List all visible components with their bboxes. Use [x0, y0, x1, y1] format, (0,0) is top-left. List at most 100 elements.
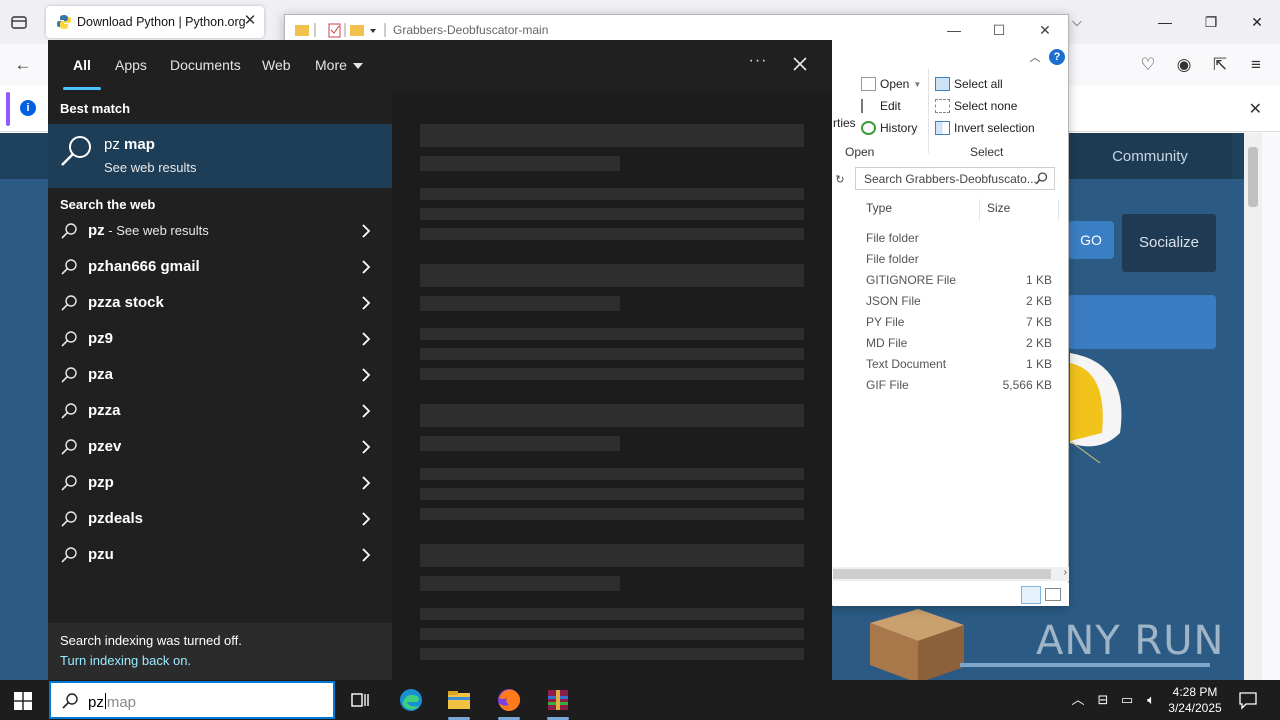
- web-result-item[interactable]: pzu: [48, 537, 392, 573]
- chevron-right-icon[interactable]: [358, 403, 374, 419]
- file-explorer-icon[interactable]: [445, 686, 473, 714]
- file-type-cell[interactable]: GIF File: [866, 378, 909, 392]
- details-view-icon[interactable]: [1021, 586, 1041, 604]
- minimize-icon[interactable]: —: [1155, 12, 1175, 32]
- menu-icon[interactable]: ≡: [1245, 54, 1267, 76]
- properties-button[interactable]: rties: [833, 116, 856, 130]
- edge-icon[interactable]: [397, 686, 425, 714]
- tab-documents[interactable]: Documents: [170, 57, 241, 73]
- best-match-item[interactable]: pz map See web results: [48, 124, 392, 188]
- search-icon: [61, 403, 77, 419]
- turn-indexing-on-link[interactable]: Turn indexing back on.: [60, 653, 191, 668]
- web-result-item[interactable]: pzza stock: [48, 285, 392, 321]
- quick-access-toolbar[interactable]: [291, 21, 391, 39]
- file-type-cell[interactable]: Text Document: [866, 357, 946, 371]
- select-none-button[interactable]: Select none: [935, 99, 1017, 113]
- help-icon[interactable]: ?: [1049, 49, 1065, 65]
- search-icon: [61, 136, 91, 166]
- tab-apps[interactable]: Apps: [115, 57, 147, 73]
- winrar-icon[interactable]: [544, 686, 572, 714]
- column-type[interactable]: Type: [866, 201, 892, 215]
- network-icon[interactable]: ▭: [1118, 691, 1136, 709]
- file-type-cell[interactable]: File folder: [866, 231, 919, 245]
- download-banner[interactable]: [1068, 295, 1216, 349]
- page-scrollbar[interactable]: [1244, 133, 1262, 680]
- web-result-item[interactable]: pzev: [48, 429, 392, 465]
- account-icon[interactable]: ◉: [1173, 54, 1195, 76]
- task-view-icon[interactable]: [346, 686, 374, 714]
- tab-web[interactable]: Web: [262, 57, 291, 73]
- web-result-item[interactable]: pzp: [48, 465, 392, 501]
- file-type-cell[interactable]: PY File: [866, 315, 904, 329]
- select-all-button[interactable]: Select all: [935, 77, 1003, 91]
- clock[interactable]: 4:28 PM 3/24/2025: [1160, 684, 1230, 716]
- device-icon[interactable]: ⊟: [1094, 691, 1112, 709]
- web-result-item[interactable]: pzhan666 gmail: [48, 249, 392, 285]
- taskbar-search-input[interactable]: pz map: [49, 681, 335, 719]
- notifications-icon[interactable]: [1238, 690, 1258, 710]
- explorer-minimize-icon[interactable]: —: [945, 21, 963, 39]
- refresh-icon[interactable]: ↻: [831, 171, 849, 189]
- collapse-ribbon-icon[interactable]: ︿: [1026, 49, 1044, 67]
- back-icon[interactable]: ←: [12, 54, 34, 76]
- edit-button[interactable]: Edit: [861, 99, 901, 113]
- explorer-horizontal-scrollbar[interactable]: ›: [833, 567, 1069, 581]
- web-result-item[interactable]: pza: [48, 357, 392, 393]
- chevron-right-icon[interactable]: [358, 439, 374, 455]
- search-icon: [62, 693, 78, 709]
- close-icon[interactable]: [790, 54, 810, 74]
- tab-download-python[interactable]: Download Python | Python.org ✕: [46, 6, 264, 38]
- chevron-right-icon[interactable]: [358, 331, 374, 347]
- chevron-right-icon[interactable]: [358, 295, 374, 311]
- tab-more[interactable]: More: [315, 57, 363, 73]
- explorer-search-input[interactable]: Search Grabbers-Deobfuscato...: [855, 167, 1055, 190]
- chevron-right-icon[interactable]: [358, 475, 374, 491]
- invert-selection-button[interactable]: Invert selection: [935, 121, 1035, 135]
- explorer-close-icon[interactable]: ✕: [1036, 21, 1054, 39]
- history-label: History: [880, 121, 918, 135]
- file-type-cell[interactable]: GITIGNORE File: [866, 273, 956, 287]
- tab-all[interactable]: All: [73, 57, 91, 73]
- windows-start-icon[interactable]: [14, 692, 32, 710]
- large-icons-view-icon[interactable]: [1045, 588, 1061, 601]
- web-result-item[interactable]: pz9: [48, 321, 392, 357]
- restore-icon[interactable]: ❐: [1201, 12, 1221, 32]
- notification-close-icon[interactable]: ✕: [1249, 99, 1262, 119]
- chevron-right-icon[interactable]: [358, 511, 374, 527]
- file-size-cell[interactable]: 2 KB: [985, 336, 1052, 350]
- web-result-item[interactable]: pz - See web results: [48, 213, 392, 249]
- volume-icon[interactable]: 🔈︎: [1142, 691, 1160, 709]
- extensions-icon[interactable]: ⇱: [1209, 54, 1231, 76]
- tab-list-icon[interactable]: [10, 13, 28, 31]
- file-type-cell[interactable]: MD File: [866, 336, 907, 350]
- firefox-icon[interactable]: [495, 686, 523, 714]
- show-hidden-icons-icon[interactable]: ︿: [1069, 691, 1087, 709]
- file-size-cell[interactable]: 1 KB: [985, 357, 1052, 371]
- tab-close-icon[interactable]: ✕: [242, 13, 258, 29]
- nav-community[interactable]: Community: [1068, 133, 1232, 179]
- file-size-cell[interactable]: 5,566 KB: [985, 378, 1052, 392]
- file-size-cell[interactable]: 1 KB: [985, 273, 1052, 287]
- go-button[interactable]: GO: [1068, 221, 1114, 259]
- search-icon: [61, 511, 77, 527]
- chevron-right-icon[interactable]: [358, 367, 374, 383]
- column-size[interactable]: Size: [987, 201, 1010, 215]
- file-size-cell[interactable]: 2 KB: [985, 294, 1052, 308]
- history-button[interactable]: History: [861, 121, 917, 135]
- list-all-tabs-icon[interactable]: ⌵: [1072, 14, 1088, 30]
- chevron-right-icon[interactable]: [358, 259, 374, 275]
- file-size-cell[interactable]: 7 KB: [985, 315, 1052, 329]
- file-type-cell[interactable]: JSON File: [866, 294, 921, 308]
- chevron-right-icon[interactable]: [358, 547, 374, 563]
- web-result-item[interactable]: pzdeals: [48, 501, 392, 537]
- web-result-item[interactable]: pzza: [48, 393, 392, 429]
- explorer-maximize-icon[interactable]: ☐: [990, 21, 1008, 39]
- close-window-icon[interactable]: ✕: [1247, 12, 1267, 32]
- pocket-icon[interactable]: ♡: [1137, 54, 1159, 76]
- open-button[interactable]: Open ▼: [861, 77, 921, 91]
- file-type-cell[interactable]: File folder: [866, 252, 919, 266]
- scroll-right-icon[interactable]: ›: [1064, 567, 1067, 578]
- chevron-right-icon[interactable]: [358, 223, 374, 239]
- more-options-icon[interactable]: ···: [748, 52, 768, 72]
- socialize-button[interactable]: Socialize: [1122, 214, 1216, 272]
